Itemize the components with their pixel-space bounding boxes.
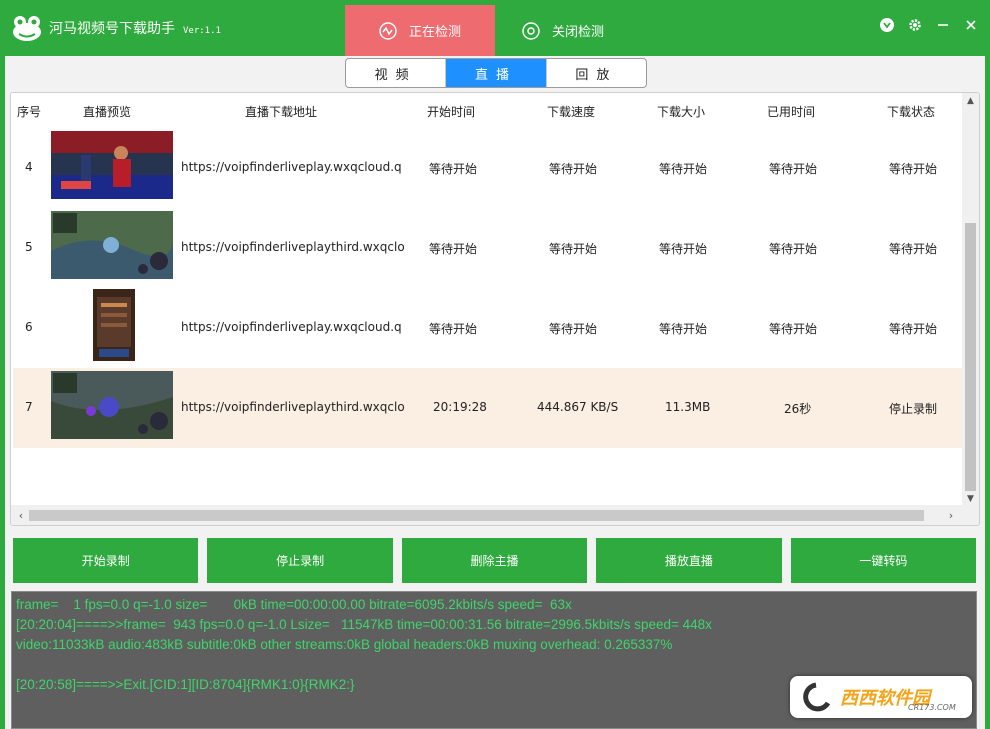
elapsed-time: 等待开始 <box>769 322 818 336</box>
tab-stop-detect-label: 关闭检测 <box>552 25 605 40</box>
download-size: 等待开始 <box>659 162 708 176</box>
stop-circle-icon <box>522 21 540 40</box>
segment-video[interactable]: 视频 <box>346 59 447 87</box>
main-panel: 视频 直播 回放 序号 直播预览 直播下载地址 开始时间 下载速度 下载大小 已… <box>5 56 985 729</box>
table-row[interactable]: 4 https://voipfinderliveplay.wxqcloud.q … <box>13 128 963 208</box>
table-row[interactable]: 5 https://voipfinderliveplaythird.wxqclo… <box>13 208 963 288</box>
scroll-left-icon[interactable]: ‹ <box>13 507 29 523</box>
dropdown-circle-icon[interactable] <box>880 18 894 32</box>
site-watermark: 西西软件园 CR173.COM <box>790 676 972 718</box>
elapsed-time: 26秒 <box>784 402 812 416</box>
table-row-selected[interactable]: 7 https://voipfinderliveplaythird.wxqclo… <box>13 368 963 448</box>
tab-detecting-label: 正在检测 <box>408 25 461 40</box>
table-header: 序号 直播预览 直播下载地址 开始时间 下载速度 下载大小 已用时间 下载状态 <box>11 93 963 129</box>
start-time: 20:19:28 <box>433 400 487 414</box>
tab-detecting[interactable]: 正在检测 <box>345 5 495 56</box>
wave-circle-icon <box>379 21 397 40</box>
convert-button[interactable]: 一键转码 <box>790 538 977 583</box>
col-header-speed: 下载速度 <box>547 105 596 119</box>
stop-record-button[interactable]: 停止录制 <box>207 538 393 583</box>
download-speed: 等待开始 <box>549 322 598 336</box>
log-line: video:11033kB audio:483kB subtitle:0kB o… <box>16 637 673 652</box>
stream-url: https://voipfinderliveplaythird.wxqclo <box>181 240 405 254</box>
close-icon[interactable] <box>964 18 978 32</box>
col-header-url: 直播下载地址 <box>245 105 318 119</box>
horizontal-scrollbar[interactable]: ‹ › <box>11 505 979 525</box>
col-header-preview: 直播预览 <box>83 105 132 119</box>
stream-url: https://voipfinderliveplaythird.wxqclo <box>181 400 405 414</box>
download-size: 等待开始 <box>659 322 708 336</box>
watermark-sub: CR173.COM <box>908 703 956 712</box>
row-num: 4 <box>25 160 33 174</box>
watermark-logo-icon <box>803 682 831 712</box>
log-line: frame= 1 fps=0.0 q=-1.0 size= 0kB time=0… <box>16 597 572 612</box>
stream-url: https://voipfinderliveplay.wxqcloud.q <box>181 320 402 334</box>
start-record-button[interactable]: 开始录制 <box>13 538 199 583</box>
download-size: 等待开始 <box>659 242 708 256</box>
play-live-button[interactable]: 播放直播 <box>596 538 782 583</box>
row-num: 5 <box>25 240 33 254</box>
col-header-size: 下载大小 <box>657 105 706 119</box>
scroll-right-icon[interactable]: › <box>943 507 959 523</box>
frog-logo-icon <box>12 14 42 42</box>
row-num: 7 <box>25 400 33 414</box>
col-header-start: 开始时间 <box>427 105 476 119</box>
download-speed: 444.867 KB/S <box>537 400 619 414</box>
download-status: 等待开始 <box>889 242 938 256</box>
stream-url: https://voipfinderliveplay.wxqcloud.q <box>181 160 402 174</box>
media-type-switch: 视频 直播 回放 <box>345 58 647 88</box>
moba-game-stream-thumbnail <box>51 211 173 279</box>
start-time: 等待开始 <box>429 242 478 256</box>
minimize-icon[interactable] <box>936 18 950 32</box>
horizontal-scroll-thumb[interactable] <box>29 510 924 521</box>
title-bar: 河马视频号下载助手 Ver:1.1 正在检测 关闭检测 <box>0 0 990 56</box>
download-status: 等待开始 <box>889 162 938 176</box>
elapsed-time: 等待开始 <box>769 242 818 256</box>
download-size: 11.3MB <box>665 400 711 414</box>
row-num: 6 <box>25 320 33 334</box>
download-speed: 等待开始 <box>549 162 598 176</box>
app-title: 河马视频号下载助手 <box>49 21 175 37</box>
segment-live[interactable]: 直播 <box>446 59 547 87</box>
vertical-scrollbar[interactable]: ▲ ▼ <box>962 93 979 507</box>
start-time: 等待开始 <box>429 322 478 336</box>
vertical-game-stream-thumbnail <box>93 289 135 361</box>
download-speed: 等待开始 <box>549 242 598 256</box>
window-controls <box>880 18 978 32</box>
moba-game-stream-2-thumbnail <box>51 371 173 439</box>
elapsed-time: 等待开始 <box>769 162 818 176</box>
col-header-elapsed: 已用时间 <box>767 105 816 119</box>
tab-stop-detect[interactable]: 关闭检测 <box>522 5 642 56</box>
delete-streamer-button[interactable]: 删除主播 <box>401 538 588 583</box>
log-line: [20:20:04]====>>frame= 943 fps=0.0 q=-1.… <box>16 617 712 632</box>
basketball-stream-thumbnail <box>51 131 173 199</box>
download-status: 等待开始 <box>889 322 938 336</box>
gear-icon[interactable] <box>908 18 922 32</box>
start-time: 等待开始 <box>429 162 478 176</box>
scroll-up-icon[interactable]: ▲ <box>962 93 979 109</box>
vertical-scroll-thumb[interactable] <box>965 223 976 491</box>
action-bar: 开始录制 停止录制 删除主播 播放直播 一键转码 <box>13 538 977 583</box>
col-header-num: 序号 <box>17 105 42 119</box>
col-header-status: 下载状态 <box>887 105 936 119</box>
segment-replay[interactable]: 回放 <box>547 59 646 87</box>
app-version: Ver:1.1 <box>183 26 221 36</box>
download-status: 停止录制 <box>889 402 938 416</box>
stream-table: 序号 直播预览 直播下载地址 开始时间 下载速度 下载大小 已用时间 下载状态 … <box>10 92 980 526</box>
table-row[interactable]: 6 https://voipfinderliveplay.wxqcloud.q … <box>13 288 963 368</box>
